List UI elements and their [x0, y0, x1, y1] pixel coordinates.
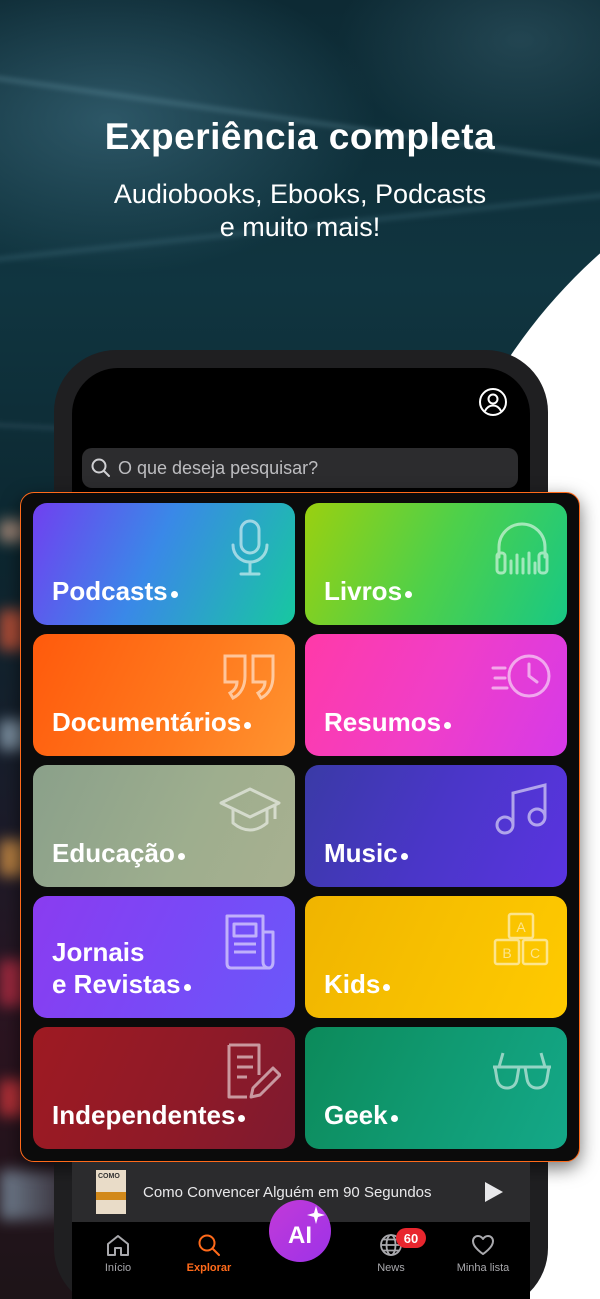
svg-text:A: A [516, 919, 526, 935]
quote-icon [223, 654, 275, 700]
nav-wishlist-label: Minha lista [456, 1262, 510, 1274]
search-icon [198, 1234, 220, 1256]
category-label: Kids [324, 969, 381, 999]
nav-home[interactable]: Início [78, 1232, 158, 1274]
svg-text:C: C [530, 945, 540, 961]
search-bar[interactable] [82, 448, 518, 488]
category-kids[interactable]: A B C Kids [305, 896, 567, 1018]
category-educacao[interactable]: Educação [33, 765, 295, 887]
promo-headline: Experiência completa Audiobooks, Ebooks,… [0, 116, 600, 244]
headphones-icon [495, 522, 549, 575]
category-label: Jornais [52, 937, 145, 967]
graduation-cap-icon [219, 787, 281, 832]
book-cover: COMO [96, 1170, 126, 1214]
fast-clock-icon [491, 654, 551, 698]
nav-news-label: News [377, 1262, 405, 1274]
category-geek[interactable]: Geek [305, 1027, 567, 1149]
player-title: Como Convencer Alguém em 90 Segundos [143, 1183, 432, 1201]
glasses-icon [493, 1052, 551, 1090]
category-music[interactable]: Music [305, 765, 567, 887]
category-podcasts[interactable]: Podcasts [33, 503, 295, 625]
promo-subtitle-line2: e muito mais! [219, 212, 381, 242]
ai-label: AI [288, 1222, 312, 1249]
search-icon [91, 458, 110, 477]
svg-text:B: B [502, 945, 511, 961]
heart-icon [472, 1235, 494, 1255]
category-jornais-revistas[interactable]: Jornais e Revistas [33, 896, 295, 1018]
newspaper-icon [225, 914, 275, 970]
category-label: Resumos [324, 707, 442, 737]
category-label: e Revistas [52, 969, 181, 999]
category-grid: Podcasts Livros Documentários Resumos Ed… [20, 492, 580, 1162]
nav-explore-label: Explorar [186, 1262, 232, 1274]
category-label: Independentes [52, 1100, 236, 1130]
search-input[interactable] [118, 457, 498, 479]
promo-subtitle: Audiobooks, Ebooks, Podcasts e muito mai… [0, 178, 600, 244]
sparkle-icon [307, 1206, 325, 1224]
nav-explore[interactable]: Explorar [169, 1232, 249, 1274]
category-label: Music [324, 838, 398, 868]
category-label: Podcasts [52, 576, 168, 606]
play-icon[interactable] [481, 1180, 505, 1204]
microphone-icon [231, 519, 269, 576]
promo-subtitle-line1: Audiobooks, Ebooks, Podcasts [113, 179, 487, 209]
category-label: Geek [324, 1100, 388, 1130]
nav-home-label: Início [104, 1262, 132, 1274]
profile-icon[interactable] [478, 387, 508, 417]
category-resumos[interactable]: Resumos [305, 634, 567, 756]
category-independentes[interactable]: Independentes [33, 1027, 295, 1149]
music-note-icon [495, 783, 547, 835]
abc-blocks-icon: A B C [493, 912, 549, 966]
category-label: Educação [52, 838, 175, 868]
home-icon [107, 1235, 129, 1256]
document-edit-icon [227, 1043, 281, 1099]
category-livros[interactable]: Livros [305, 503, 567, 625]
nav-wishlist[interactable]: Minha lista [443, 1232, 523, 1274]
news-count-badge: 60 [396, 1228, 426, 1248]
category-documentarios[interactable]: Documentários [33, 634, 295, 756]
ai-assistant-button[interactable]: AI [269, 1200, 331, 1262]
promo-title: Experiência completa [104, 116, 496, 157]
category-label: Documentários [52, 707, 242, 737]
category-label: Livros [324, 576, 403, 606]
